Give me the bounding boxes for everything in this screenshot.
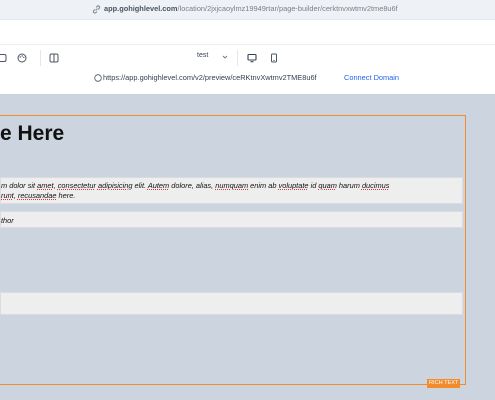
browser-address-bar[interactable]: app.gohighlevel.com/location/2jxjcaoylmz… [0,0,495,20]
mobile-view-icon[interactable] [269,53,279,63]
selected-element-tag[interactable]: RICH TEXT [427,379,461,388]
link-icon [92,5,101,14]
chevron-down-icon [222,55,228,59]
toolbar-divider [40,50,41,66]
toolbar-divider [237,50,238,66]
split-layout-icon[interactable] [49,53,59,63]
page-select[interactable]: test [197,52,228,64]
globe-icon [94,74,102,82]
desktop-view-icon[interactable] [247,53,257,63]
palette-icon[interactable] [17,53,27,63]
selection-outline [0,115,466,385]
builder-toolbar: test [0,44,495,70]
connect-domain-link[interactable]: Connect Domain [344,73,399,82]
browser-url: app.gohighlevel.com/location/2jxjcaoylmz… [104,4,398,13]
page-select-value: test [197,52,209,59]
preview-url-bar: https://app.gohighlevel.com/v2/preview/c… [0,70,495,87]
settings-icon[interactable] [0,53,7,63]
preview-url-link[interactable]: https://app.gohighlevel.com/v2/preview/c… [103,73,317,82]
